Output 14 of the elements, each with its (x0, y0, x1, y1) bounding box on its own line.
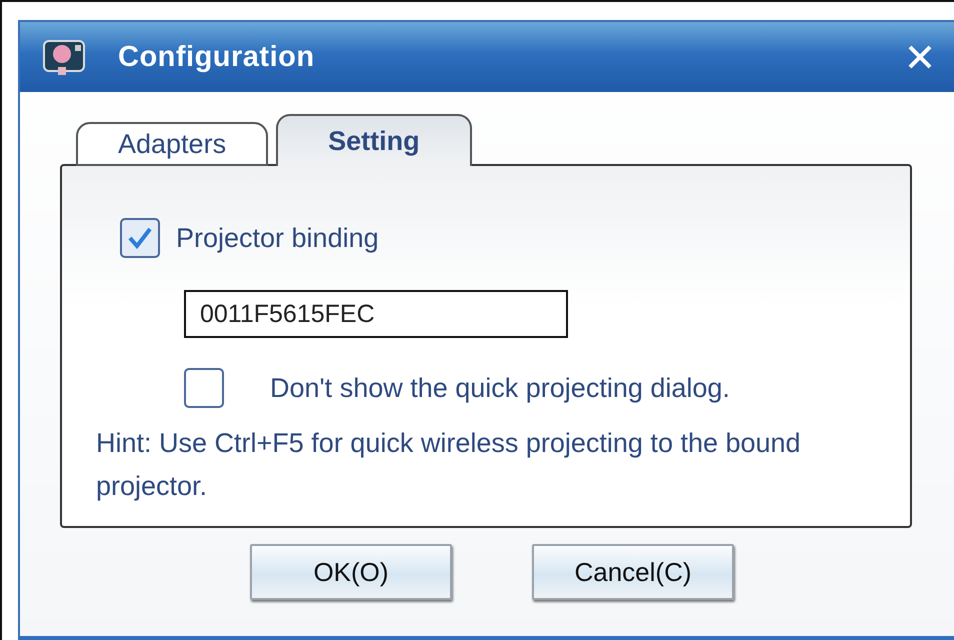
close-icon (907, 44, 933, 70)
input-field[interactable]: 0011F5615FEC (184, 290, 568, 338)
check-icon (127, 226, 153, 250)
checkbox[interactable] (184, 368, 224, 408)
ok-button[interactable]: OK(O) (250, 544, 452, 600)
projector-icon (42, 37, 86, 77)
window-title: Configuration (118, 40, 316, 74)
tab[interactable]: Setting (276, 114, 472, 166)
cancel-button[interactable]: Cancel(C) (532, 544, 734, 600)
hint-text: Hint: Use Ctrl+F5 for quick wireless projecting to the bound projector. (96, 427, 802, 503)
checkbox-label: Don't show the quick projecting dialog. (270, 372, 730, 404)
checkbox[interactable] (120, 218, 160, 258)
tab[interactable]: Adapters (76, 122, 268, 166)
checkbox-label: Projector binding (176, 222, 379, 254)
